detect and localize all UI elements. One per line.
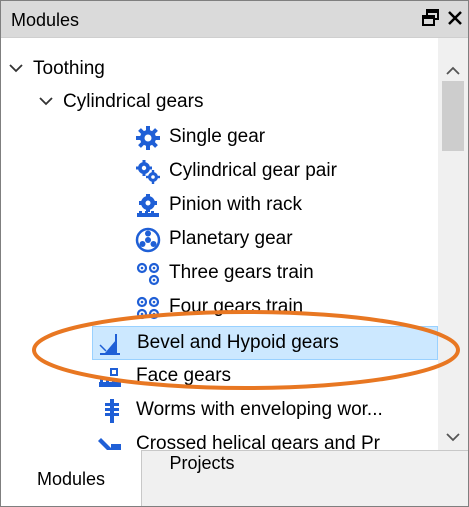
planetary-gear-icon bbox=[135, 227, 161, 253]
tree-item-label: Worms with enveloping wor... bbox=[136, 399, 383, 420]
panel-titlebar[interactable]: Modules bbox=[1, 1, 468, 38]
chevron-down-icon[interactable] bbox=[38, 93, 54, 109]
module-tree: Toothing Cylindrical gears Single gear C… bbox=[1, 38, 438, 450]
gear-pair-icon bbox=[135, 159, 161, 185]
tree-item-label: Planetary gear bbox=[169, 228, 293, 249]
scrollbar-thumb[interactable] bbox=[442, 81, 464, 151]
three-gears-icon bbox=[135, 261, 161, 287]
tree-item-label: Three gears train bbox=[169, 262, 314, 283]
pinion-rack-icon bbox=[135, 193, 161, 219]
worm-gear-icon bbox=[99, 398, 125, 424]
bevel-gear-icon bbox=[97, 331, 123, 357]
tree-item-three-gears-train[interactable]: Three gears train bbox=[1, 257, 438, 291]
four-gears-icon bbox=[135, 295, 161, 321]
tree-item-four-gears-train[interactable]: Four gears train bbox=[1, 291, 438, 325]
tree-scrollbar[interactable] bbox=[438, 38, 468, 450]
tree-item-single-gear[interactable]: Single gear bbox=[1, 121, 438, 155]
tree-item-label: Face gears bbox=[136, 365, 232, 386]
modules-panel: Modules Toothing Cylindrical gears Singl… bbox=[0, 0, 469, 507]
tree-item-label: Four gears train bbox=[169, 296, 304, 317]
chevron-down-icon[interactable] bbox=[8, 60, 24, 76]
single-gear-icon bbox=[135, 125, 161, 151]
tab-label: Projects bbox=[169, 453, 235, 473]
tree-item-bevel-hypoid-gears[interactable]: Bevel and Hypoid gears bbox=[92, 326, 438, 360]
tab-projects[interactable]: Projects bbox=[142, 451, 262, 481]
tree-item-crossed-helical[interactable]: Crossed helical gears and Pr bbox=[1, 428, 438, 450]
tree-item-label: Cylindrical gears bbox=[63, 91, 204, 112]
tree-item-face-gears[interactable]: Face gears bbox=[1, 360, 438, 394]
tree-item-label: Single gear bbox=[169, 126, 266, 147]
tab-label: Modules bbox=[36, 469, 106, 489]
face-gear-icon bbox=[97, 364, 123, 390]
scroll-down-icon[interactable] bbox=[445, 430, 461, 442]
tree-item-label: Toothing bbox=[33, 58, 105, 79]
tree-item-worms-enveloping[interactable]: Worms with enveloping wor... bbox=[1, 394, 438, 428]
panel-title: Modules bbox=[11, 10, 80, 30]
float-window-icon[interactable] bbox=[420, 7, 442, 29]
tree-item-planetary-gear[interactable]: Planetary gear bbox=[1, 223, 438, 257]
tree-item-label: Cylindrical gear pair bbox=[169, 160, 337, 181]
close-icon[interactable] bbox=[445, 8, 465, 28]
tree-item-cylindrical-gear-pair[interactable]: Cylindrical gear pair bbox=[1, 155, 438, 189]
scroll-up-icon[interactable] bbox=[445, 64, 461, 76]
tab-modules[interactable]: Modules bbox=[1, 450, 142, 506]
tree-item-pinion-with-rack[interactable]: Pinion with rack bbox=[1, 189, 438, 223]
tree-item-cylindrical-gears[interactable]: Cylindrical gears bbox=[1, 86, 438, 120]
tree-item-label: Bevel and Hypoid gears bbox=[137, 332, 339, 353]
tree-item-label: Crossed helical gears and Pr bbox=[136, 433, 380, 450]
tree-item-label: Pinion with rack bbox=[169, 194, 303, 215]
tree-item-toothing[interactable]: Toothing bbox=[1, 53, 438, 87]
crossed-helical-icon bbox=[97, 432, 123, 450]
panel-tabs: Modules Projects bbox=[1, 450, 468, 506]
